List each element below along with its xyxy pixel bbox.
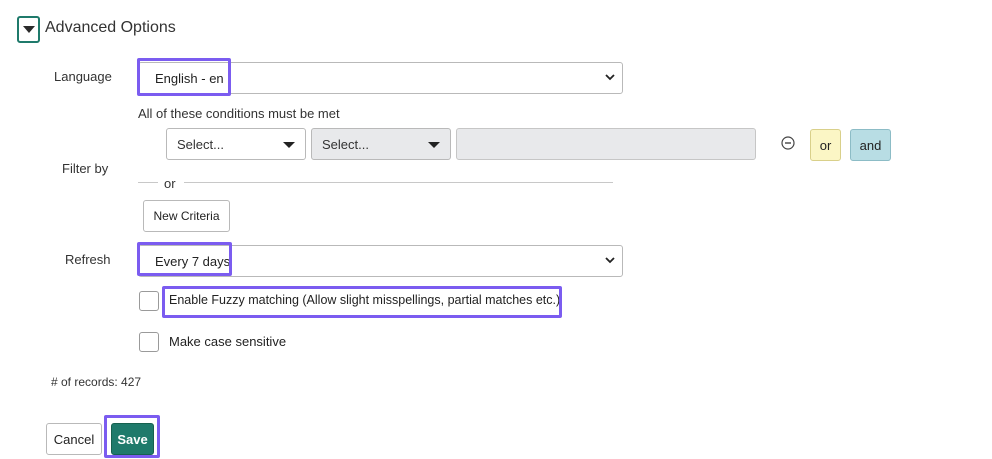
cancel-button[interactable]: Cancel <box>46 423 102 455</box>
or-button[interactable]: or <box>810 129 841 161</box>
caret-down-icon <box>283 142 295 148</box>
caret-down-icon <box>428 142 440 148</box>
operator-select-value: Select... <box>322 136 369 152</box>
operator-select[interactable]: Select... <box>311 128 451 160</box>
case-sensitive-checkbox[interactable] <box>139 332 159 352</box>
section-toggle-button[interactable] <box>17 16 40 43</box>
case-sensitive-label: Make case sensitive <box>169 334 287 349</box>
field-select[interactable]: Select... <box>166 128 306 160</box>
section-title: Advanced Options <box>45 19 176 36</box>
fuzzy-matching-highlight <box>162 286 562 318</box>
new-criteria-button[interactable]: New Criteria <box>143 200 230 232</box>
refresh-label: Refresh <box>65 252 111 267</box>
language-highlight <box>137 58 231 96</box>
field-select-value: Select... <box>177 136 224 152</box>
records-count: # of records: 427 <box>51 375 142 389</box>
chevron-down-icon <box>605 257 615 264</box>
conditions-text: All of these conditions must be met <box>138 106 340 121</box>
save-button[interactable]: Save <box>111 423 154 455</box>
or-separator-text: or <box>164 176 176 191</box>
and-button[interactable]: and <box>850 129 891 161</box>
remove-condition-icon[interactable] <box>781 136 795 150</box>
triangle-down-icon <box>22 26 35 33</box>
refresh-highlight <box>137 242 232 276</box>
chevron-down-icon <box>605 74 615 81</box>
divider-right <box>184 182 613 183</box>
filter-by-label: Filter by <box>62 161 109 176</box>
divider-left <box>138 182 158 183</box>
fuzzy-matching-checkbox[interactable] <box>139 291 159 311</box>
language-label: Language <box>54 69 112 84</box>
condition-value-input[interactable] <box>456 128 756 160</box>
